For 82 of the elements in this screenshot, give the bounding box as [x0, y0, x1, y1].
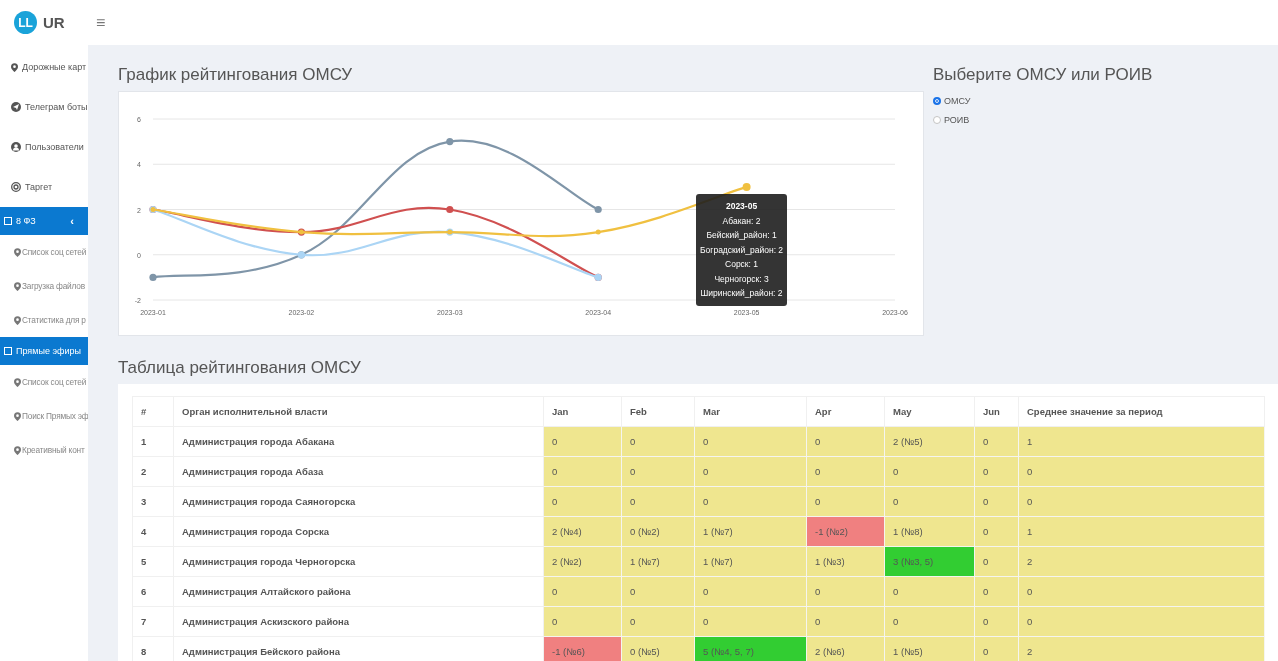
- tooltip-line: Черногорск: 3: [713, 272, 770, 286]
- table-cell: 0: [806, 486, 885, 517]
- section-title: График рейтингования ОМСУ: [118, 65, 354, 85]
- column-header: Apr: [806, 396, 885, 427]
- tooltip-title: 2023-05: [724, 200, 759, 213]
- row-number: 1: [132, 426, 174, 457]
- table-cell: 0: [694, 606, 807, 637]
- table-cell: 0: [884, 576, 975, 607]
- column-header: Feb: [621, 396, 695, 427]
- table-cell: 0: [884, 486, 975, 517]
- tooltip-line: Ширинский_район: 2: [700, 287, 784, 300]
- table-cell: 0: [621, 486, 695, 517]
- table-cell: 0: [1018, 606, 1265, 637]
- column-header: Mar: [694, 396, 807, 427]
- logo-badge: LL: [14, 11, 37, 34]
- column-header: May: [884, 396, 975, 427]
- column-header: Орган исполнительной власти: [173, 396, 544, 427]
- table-cell: 2 (№5): [884, 426, 975, 457]
- table-cell: 1: [1018, 516, 1265, 547]
- table-cell: 0: [543, 456, 622, 487]
- table-cell: 0: [694, 456, 807, 487]
- column-header: Jun: [974, 396, 1019, 427]
- table-cell: 2: [1018, 546, 1265, 577]
- tooltip-line: Абакан: 2: [721, 214, 762, 228]
- table-cell: 0: [884, 456, 975, 487]
- table-cell: 0: [543, 486, 622, 517]
- table-cell: 2 (№4): [543, 516, 622, 547]
- table-cell: 0: [694, 576, 807, 607]
- column-header: Среднее значение за период: [1018, 396, 1265, 427]
- table-cell: 0: [806, 606, 885, 637]
- table-cell: 1 (№7): [621, 546, 695, 577]
- table-cell: Администрация города Черногорска: [173, 546, 544, 577]
- table-cell: 0: [806, 426, 885, 457]
- table-cell: 0: [543, 576, 622, 607]
- chevron-icon: ‹: [70, 215, 74, 227]
- table-cell: 0: [621, 576, 695, 607]
- table-cell: 1 (№5): [884, 636, 975, 661]
- table-cell: 0: [621, 606, 695, 637]
- row-number: 6: [132, 576, 174, 607]
- table-cell: 0: [543, 606, 622, 637]
- table-cell: Администрация города Саяногорска: [173, 486, 544, 517]
- column-header: #: [132, 396, 174, 427]
- table-cell: Администрация города Абакана: [173, 426, 544, 457]
- row-number: 7: [132, 606, 174, 637]
- tooltip-line: Бейский_район: 1: [705, 229, 778, 242]
- selector-title: Выберите ОМСУ или РОИВ: [933, 65, 1153, 85]
- table-cell: 0: [1018, 486, 1265, 517]
- table-cell: 1 (№8): [884, 516, 975, 547]
- table-cell: 2 (№2): [543, 546, 622, 577]
- table-cell: 1 (№7): [694, 546, 807, 577]
- table-cell: Администрация Алтайского района: [173, 576, 544, 607]
- table-cell: 1 (№3): [806, 546, 885, 577]
- table-cell: 0: [621, 426, 695, 457]
- tooltip-line: Боградский_район: 2: [700, 243, 784, 257]
- table-cell: Администрация города Сорска: [173, 516, 544, 547]
- table-cell: 3 (№3, 5): [884, 546, 975, 577]
- table-cell: 0: [1018, 456, 1265, 487]
- table-cell: 0: [621, 456, 695, 487]
- logo-text: UR: [43, 14, 65, 31]
- table-cell: 0: [806, 576, 885, 607]
- column-header: Jan: [543, 396, 622, 427]
- section-title: Таблица рейтингования ОМСУ: [118, 358, 362, 378]
- table-cell: 0: [694, 486, 807, 517]
- table-cell: Администрация города Абаза: [173, 456, 544, 487]
- row-number: 8: [132, 636, 174, 661]
- table-cell: 0: [884, 606, 975, 637]
- table-cell: 2: [1018, 636, 1265, 661]
- table-cell: 1: [1018, 426, 1265, 457]
- row-number: 3: [132, 486, 174, 517]
- table-cell: 0: [806, 456, 885, 487]
- table-cell: 0: [543, 426, 622, 457]
- table-cell: 0 (№2): [621, 516, 695, 547]
- table-cell: -1 (№2): [806, 516, 885, 547]
- table-cell: 1 (№7): [694, 516, 807, 547]
- row-number: 5: [132, 546, 174, 577]
- table-cell: 5 (№4, 5, 7): [694, 636, 807, 661]
- table-cell: 0: [694, 426, 807, 457]
- tooltip-line: Сорск: 1: [724, 258, 760, 271]
- table-cell: 0: [1018, 576, 1265, 607]
- row-number: 4: [132, 516, 174, 547]
- row-number: 2: [132, 456, 174, 487]
- table-cell: Администрация Аскизского района: [173, 606, 544, 637]
